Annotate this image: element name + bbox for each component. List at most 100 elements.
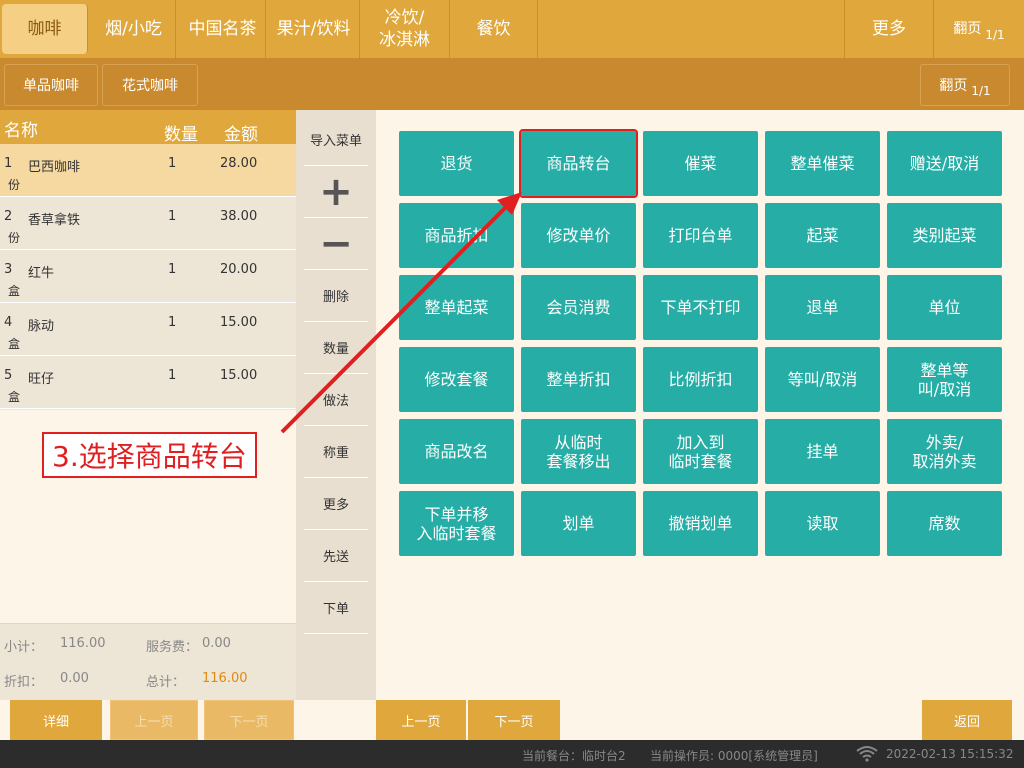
row-amount: 38.00 <box>220 209 258 224</box>
subcategory-page-button[interactable]: 翻页 1/1 <box>920 64 1010 106</box>
weigh-button[interactable]: 称重 <box>304 426 368 478</box>
row-number: 4 <box>4 315 13 330</box>
order-panel: 名称 数量 金额 1 巴西咖啡 1 28.00 份 2 香草拿铁 1 38.00… <box>0 110 296 700</box>
row-unit: 份 <box>8 178 21 192</box>
row-qty: 1 <box>168 368 177 383</box>
page-label: 翻页 <box>953 21 982 37</box>
order-hold-cancel-button[interactable]: 整单等 叫/取消 <box>887 347 1002 412</box>
takeout-toggle-button[interactable]: 外卖/ 取消外卖 <box>887 419 1002 484</box>
row-name: 香草拿铁 <box>28 213 81 228</box>
row-name: 红牛 <box>28 266 55 281</box>
total-label: 总计： <box>146 675 186 690</box>
print-table-bill-button[interactable]: 打印台单 <box>643 203 758 268</box>
order-table-header: 名称 数量 金额 <box>0 110 296 145</box>
hold-cancel-button[interactable]: 等叫/取消 <box>765 347 880 412</box>
page-number: 1/1 <box>971 84 991 98</box>
read-button[interactable]: 读取 <box>765 491 880 556</box>
category-bar: 咖啡 烟/小吃 中国名茶 果汁/饮料 冷饮/ 冰淇淋 餐饮 更多 翻页 1/1 <box>0 0 1024 58</box>
category-more-button[interactable]: 更多 <box>844 0 934 58</box>
edit-price-button[interactable]: 修改单价 <box>521 203 636 268</box>
order-row[interactable]: 5 旺仔 1 15.00 盒 <box>0 356 296 409</box>
header-amount: 金额 <box>224 125 258 145</box>
place-order-button[interactable]: 下单 <box>304 582 368 634</box>
delete-button[interactable]: 删除 <box>304 270 368 322</box>
rush-dish-button[interactable]: 催菜 <box>643 131 758 196</box>
add-to-temp-combo-button[interactable]: 加入到 临时套餐 <box>643 419 758 484</box>
item-discount-button[interactable]: 商品折扣 <box>399 203 514 268</box>
row-qty: 1 <box>168 315 177 330</box>
ratio-discount-button[interactable]: 比例折扣 <box>643 347 758 412</box>
remove-from-temp-combo-button[interactable]: 从临时 套餐移出 <box>521 419 636 484</box>
rename-item-button[interactable]: 商品改名 <box>399 419 514 484</box>
minus-icon[interactable]: − <box>304 218 368 270</box>
return-goods-button[interactable]: 退货 <box>399 131 514 196</box>
category-page-button[interactable]: 翻页 1/1 <box>934 0 1024 58</box>
row-unit: 盒 <box>8 284 21 298</box>
order-move-temp-combo-button[interactable]: 下单并移 入临时套餐 <box>399 491 514 556</box>
edit-combo-button[interactable]: 修改套餐 <box>399 347 514 412</box>
category-tab-tea[interactable]: 中国名茶 <box>180 0 266 58</box>
unit-button[interactable]: 单位 <box>887 275 1002 340</box>
cancel-order-button[interactable]: 退单 <box>765 275 880 340</box>
seat-count-button[interactable]: 席数 <box>887 491 1002 556</box>
order-row[interactable]: 1 巴西咖啡 1 28.00 份 <box>0 144 296 197</box>
category-tab-snacks[interactable]: 烟/小吃 <box>92 0 176 58</box>
strike-item-button[interactable]: 划单 <box>521 491 636 556</box>
quantity-button[interactable]: 数量 <box>304 322 368 374</box>
row-qty: 1 <box>168 156 177 171</box>
row-name: 脉动 <box>28 319 55 334</box>
more-button[interactable]: 更多 <box>304 478 368 530</box>
order-prev-page-button[interactable]: 上一页 <box>110 700 198 740</box>
discount-value: 0.00 <box>60 671 89 686</box>
back-button[interactable]: 返回 <box>922 700 1012 740</box>
row-name: 旺仔 <box>28 372 55 387</box>
transfer-item-button[interactable]: 商品转台 <box>519 129 638 198</box>
start-dish-button[interactable]: 起菜 <box>765 203 880 268</box>
subcategory-bar: 单品咖啡 花式咖啡 翻页 1/1 <box>0 58 1024 110</box>
undo-strike-button[interactable]: 撤销划单 <box>643 491 758 556</box>
rush-order-button[interactable]: 整单催菜 <box>765 131 880 196</box>
order-row[interactable]: 4 脉动 1 15.00 盒 <box>0 303 296 356</box>
serve-first-button[interactable]: 先送 <box>304 530 368 582</box>
subcategory-tab-single-origin[interactable]: 单品咖啡 <box>4 64 98 106</box>
category-tab-cold-drinks[interactable]: 冷饮/ 冰淇淋 <box>360 0 450 58</box>
category-tab-coffee[interactable]: 咖啡 <box>2 4 88 54</box>
subcategory-tab-specialty[interactable]: 花式咖啡 <box>102 64 198 106</box>
category-tab-meals[interactable]: 餐饮 <box>450 0 538 58</box>
order-next-page-button[interactable]: 下一页 <box>204 700 294 740</box>
subtotal-value: 116.00 <box>60 636 106 651</box>
method-button[interactable]: 做法 <box>304 374 368 426</box>
row-number: 5 <box>4 368 13 383</box>
next-page-button[interactable]: 下一页 <box>468 700 560 740</box>
order-row[interactable]: 3 红牛 1 20.00 盒 <box>0 250 296 303</box>
current-operator: 当前操作员: 0000[系统管理员] <box>650 749 818 763</box>
detail-button[interactable]: 详细 <box>10 700 102 740</box>
gift-cancel-button[interactable]: 赠送/取消 <box>887 131 1002 196</box>
row-unit: 盒 <box>8 390 21 404</box>
row-amount: 15.00 <box>220 368 258 383</box>
import-menu-button[interactable]: 导入菜单 <box>304 114 368 166</box>
order-discount-button[interactable]: 整单折扣 <box>521 347 636 412</box>
member-consume-button[interactable]: 会员消费 <box>521 275 636 340</box>
order-row[interactable]: 2 香草拿铁 1 38.00 份 <box>0 197 296 250</box>
row-name: 巴西咖啡 <box>28 160 81 175</box>
service-fee-label: 服务费： <box>146 640 199 655</box>
service-fee-value: 0.00 <box>202 636 231 651</box>
page-label: 翻页 <box>939 78 968 94</box>
order-start-button[interactable]: 整单起菜 <box>399 275 514 340</box>
prev-page-button[interactable]: 上一页 <box>376 700 466 740</box>
category-tab-juice[interactable]: 果汁/饮料 <box>268 0 360 58</box>
current-table: 当前餐台：临时台2 <box>522 749 626 763</box>
order-no-print-button[interactable]: 下单不打印 <box>643 275 758 340</box>
plus-icon[interactable]: + <box>304 166 368 218</box>
total-value: 116.00 <box>202 671 248 686</box>
category-start-button[interactable]: 类别起菜 <box>887 203 1002 268</box>
row-qty: 1 <box>168 209 177 224</box>
bottom-bar: 详细 上一页 下一页 上一页 下一页 返回 <box>0 700 1024 740</box>
page-number: 1/1 <box>985 28 1005 42</box>
status-bar: 当前餐台：临时台2 当前操作员: 0000[系统管理员] 2022-02-13 … <box>0 740 1024 768</box>
hang-order-button[interactable]: 挂单 <box>765 419 880 484</box>
discount-label: 折扣： <box>4 675 44 690</box>
row-amount: 15.00 <box>220 315 258 330</box>
tutorial-callout: 3.选择商品转台 <box>42 432 257 478</box>
